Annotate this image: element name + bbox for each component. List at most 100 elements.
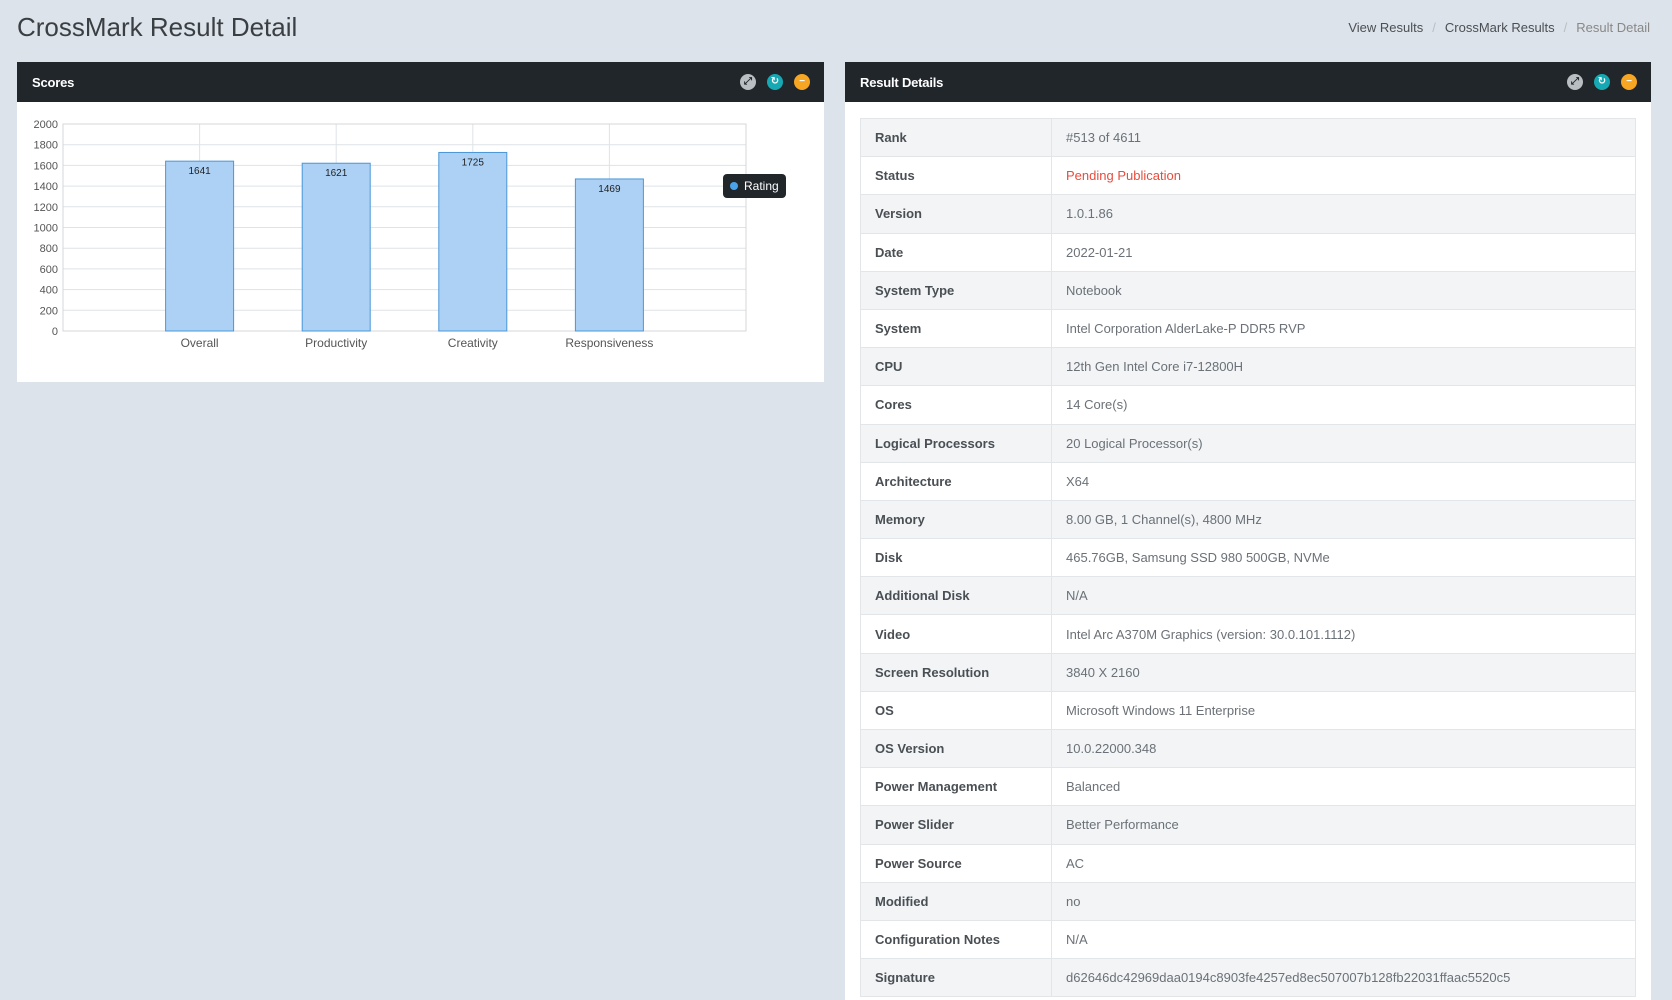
breadcrumb-result-detail: Result Detail <box>1576 20 1650 35</box>
bar-data-label: 1621 <box>325 168 348 179</box>
table-row: OS Version 10.0.22000.348 <box>860 728 1636 769</box>
expand-icon[interactable]: ⤢ <box>1567 74 1583 90</box>
breadcrumb-crossmark-results[interactable]: CrossMark Results <box>1445 20 1555 35</box>
scores-panel-title: Scores <box>32 74 75 90</box>
breadcrumb-separator: / <box>1432 20 1436 35</box>
table-row: System Type Notebook <box>860 270 1636 310</box>
table-row: Power Management Balanced <box>860 767 1636 807</box>
detail-key: Screen Resolution <box>860 652 1052 692</box>
detail-value: 2022-01-21 <box>1051 232 1636 272</box>
table-row: Modified no <box>860 881 1636 921</box>
details-panel: Result Details ⤢ ↻ − Rank #513 of 4611 Sta… <box>845 62 1651 1000</box>
y-tick-label: 1400 <box>34 181 58 193</box>
minimize-icon[interactable]: − <box>794 74 810 90</box>
expand-icon[interactable]: ⤢ <box>740 74 756 90</box>
table-row: Video Intel Arc A370M Graphics (version: … <box>860 614 1636 654</box>
table-row: Additional Disk N/A <box>860 576 1636 616</box>
detail-value: 14 Core(s) <box>1051 385 1636 425</box>
table-row: Logical Processors 20 Logical Processor(s… <box>860 423 1636 463</box>
breadcrumb-view-results[interactable]: View Results <box>1348 20 1423 35</box>
table-row: Date 2022-01-21 <box>860 232 1636 272</box>
bar-overall <box>165 160 235 332</box>
detail-value: Balanced <box>1051 767 1636 807</box>
scores-panel-header: Scores ⤢ ↻ − <box>17 62 824 102</box>
detail-value: 8.00 GB, 1 Channel(s), 4800 MHz <box>1051 499 1636 540</box>
detail-key: CPU <box>860 347 1052 387</box>
table-row: Power Slider Better Performance <box>860 805 1636 845</box>
detail-value: 10.0.22000.348 <box>1051 728 1636 769</box>
refresh-icon[interactable]: ↻ <box>767 74 783 90</box>
page-title: CrossMark Result Detail <box>17 12 298 42</box>
legend-label: Rating <box>744 179 779 193</box>
detail-key: Rank <box>860 117 1052 158</box>
detail-key: Power Management <box>860 767 1052 807</box>
detail-key: Status <box>860 156 1052 196</box>
detail-value: Pending Publication <box>1051 156 1636 196</box>
page-header: CrossMark Result Detail View Results / C… <box>17 10 1650 50</box>
y-tick-label: 2000 <box>34 119 58 131</box>
scores-chart-area: 0 200 400 600 800 1000 1200 1400 1600 1800 2000 164… <box>17 102 824 382</box>
scores-panel-tools: ⤢ ↻ − <box>740 74 810 90</box>
bar-creativity <box>438 151 508 332</box>
y-tick-label: 200 <box>40 305 58 317</box>
bar-data-label: 1469 <box>598 184 621 195</box>
detail-key: Additional Disk <box>860 576 1052 616</box>
detail-value: d62646dc42969daa0194c8903fe4257ed8ec5070… <box>1051 958 1636 998</box>
breadcrumb: View Results / CrossMark Results / Resul… <box>1348 20 1650 35</box>
table-row: Power Source AC <box>860 843 1636 883</box>
table-row: Signature d62646dc42969daa0194c8903fe4257… <box>860 958 1636 998</box>
detail-key: Video <box>860 614 1052 654</box>
chart-legend[interactable]: Rating <box>723 174 786 198</box>
detail-value: 3840 X 2160 <box>1051 652 1636 692</box>
details-panel-header: Result Details ⤢ ↻ − <box>845 62 1651 102</box>
table-row: Status Pending Publication <box>860 156 1636 196</box>
x-tick-label: Productivity <box>305 336 367 350</box>
detail-key: Memory <box>860 499 1052 540</box>
table-row: Architecture X64 <box>860 461 1636 501</box>
table-row: Disk 465.76GB, Samsung SSD 980 500GB, NVM… <box>860 538 1636 578</box>
table-row: Memory 8.00 GB, 1 Channel(s), 4800 MHz <box>860 499 1636 540</box>
table-row: Cores 14 Core(s) <box>860 385 1636 425</box>
detail-value: Microsoft Windows 11 Enterprise <box>1051 690 1636 731</box>
detail-key: Modified <box>860 881 1052 921</box>
y-tick-label: 800 <box>40 243 58 255</box>
detail-value: N/A <box>1051 919 1636 960</box>
detail-key: Configuration Notes <box>860 919 1052 960</box>
y-tick-label: 1600 <box>34 160 58 172</box>
detail-key: OS Version <box>860 728 1052 769</box>
details-body: Rank #513 of 4611 Status Pending Publicatio… <box>845 102 1651 998</box>
detail-value: X64 <box>1051 461 1636 501</box>
detail-value: Intel Arc A370M Graphics (version: 30.0.… <box>1051 614 1636 654</box>
y-tick-label: 600 <box>40 264 58 276</box>
bar-data-label: 1725 <box>462 157 485 168</box>
table-row: CPU 12th Gen Intel Core i7-12800H <box>860 347 1636 387</box>
y-tick-label: 1200 <box>34 202 58 214</box>
detail-key: Power Source <box>860 843 1052 883</box>
detail-value: Better Performance <box>1051 805 1636 845</box>
refresh-icon[interactable]: ↻ <box>1594 74 1610 90</box>
y-tick-label: 400 <box>40 285 58 297</box>
bar-responsiveness <box>574 178 644 332</box>
y-tick-label: 1000 <box>34 223 58 235</box>
detail-value: 20 Logical Processor(s) <box>1051 423 1636 463</box>
detail-key: Version <box>860 194 1052 234</box>
detail-value: #513 of 4611 <box>1051 117 1636 158</box>
detail-value: 1.0.1.86 <box>1051 194 1636 234</box>
bar-data-label: 1641 <box>188 166 211 177</box>
x-tick-label: Overall <box>181 336 219 350</box>
minimize-icon[interactable]: − <box>1621 74 1637 90</box>
bar-productivity <box>301 162 371 332</box>
legend-swatch <box>730 182 738 190</box>
table-row: Screen Resolution 3840 X 2160 <box>860 652 1636 692</box>
detail-key: OS <box>860 690 1052 731</box>
detail-value: 465.76GB, Samsung SSD 980 500GB, NVMe <box>1051 538 1636 578</box>
details-panel-tools: ⤢ ↻ − <box>1567 74 1637 90</box>
scores-panel: Scores ⤢ ↻ − 0 200 400 600 800 1000 1200 1400 16… <box>17 62 824 382</box>
details-table: Rank #513 of 4611 Status Pending Publicatio… <box>860 117 1636 998</box>
x-tick-label: Responsiveness <box>565 336 653 350</box>
detail-key: Architecture <box>860 461 1052 501</box>
detail-key: Power Slider <box>860 805 1052 845</box>
detail-key: System Type <box>860 270 1052 310</box>
detail-value: Intel Corporation AlderLake-P DDR5 RVP <box>1051 308 1636 349</box>
detail-key: Cores <box>860 385 1052 425</box>
